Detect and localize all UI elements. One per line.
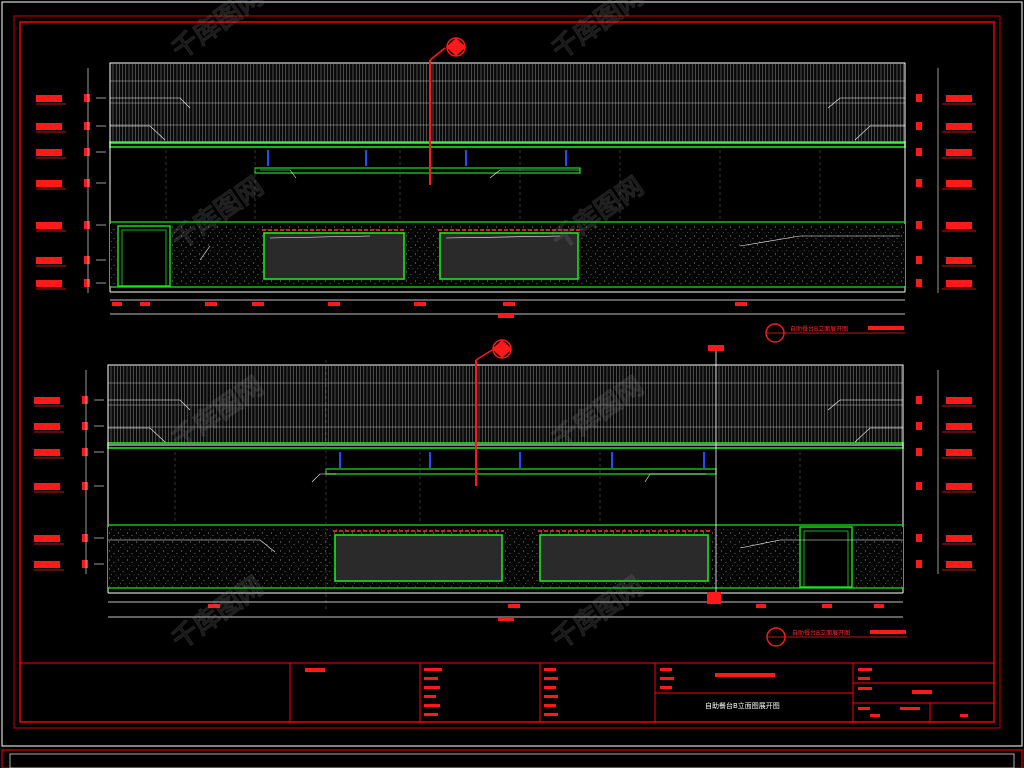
elevation-tag-upper: 自助餐台B立面展开图 (765, 323, 905, 343)
elevation-tag-upper-label: 自助餐台B立面展开图 (790, 325, 848, 333)
level-tag (34, 483, 60, 490)
elevation-tag-lower-label: 自助餐台B立面展开图 (792, 629, 850, 637)
level-tag (36, 149, 62, 156)
level-tag (946, 423, 972, 430)
level-tag (946, 449, 972, 456)
level-tag (946, 257, 972, 264)
level-tag (34, 397, 60, 404)
level-tag (946, 535, 972, 542)
level-tag (946, 397, 972, 404)
level-tag (36, 95, 62, 102)
level-tag (946, 483, 972, 490)
drawing-title: 自助餐台B立面图展开图 (705, 701, 780, 710)
level-tag (946, 123, 972, 130)
level-tag (946, 561, 972, 568)
section-marker-lower (492, 339, 512, 359)
level-tag (36, 180, 62, 187)
cad-drawing-sheet: 自助餐台B立面展开图 自助餐台B立面展开图 自助餐台B立面图展开图 千库图网 千… (1, 0, 1023, 768)
level-tag (946, 180, 972, 187)
elevation-upper: 自助餐台B立面展开图 (36, 37, 976, 343)
watermark-text: 千库图网 (167, 0, 269, 66)
level-tag (34, 423, 60, 430)
level-tag (946, 95, 972, 102)
level-tag (946, 222, 972, 229)
section-marker-upper (446, 37, 466, 57)
level-tag (36, 123, 62, 130)
level-tag (36, 222, 62, 229)
level-tag (36, 257, 62, 264)
title-block (20, 662, 994, 722)
level-tag (34, 535, 60, 542)
level-tag (36, 280, 62, 287)
title-block-fields (305, 668, 968, 717)
level-tag (946, 149, 972, 156)
elevation-lower: 自助餐台B立面展开图 (34, 339, 976, 647)
elevation-tag-lower: 自助餐台B立面展开图 (766, 627, 907, 647)
level-tag (34, 561, 60, 568)
level-tag (34, 449, 60, 456)
level-tag (946, 280, 972, 287)
watermark-text: 千库图网 (547, 0, 649, 66)
